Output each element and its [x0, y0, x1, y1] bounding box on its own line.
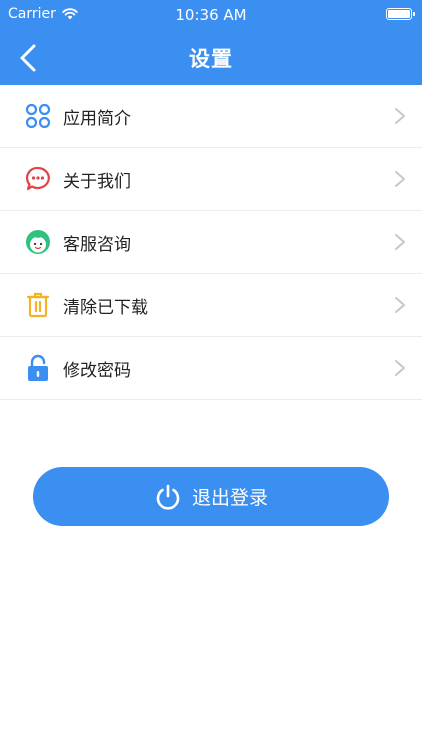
trash-icon	[24, 291, 52, 319]
status-time: 10:36 AM	[175, 6, 247, 24]
logout-label: 退出登录	[191, 487, 268, 509]
lock-icon	[24, 354, 52, 382]
menu-item-app-intro[interactable]: 应用简介	[0, 85, 422, 148]
settings-list: 应用简介 关于我们 客服咨询 清除已下载 修改密码	[0, 85, 422, 400]
menu-item-clear-downloads[interactable]: 清除已下载	[0, 274, 422, 337]
chevron-right-icon	[395, 108, 405, 124]
menu-item-label: 修改密码	[63, 360, 131, 381]
page-title: 设置	[189, 47, 233, 71]
menu-item-label: 客服咨询	[63, 234, 131, 255]
customer-service-icon	[24, 228, 52, 256]
menu-item-customer-service[interactable]: 客服咨询	[0, 211, 422, 274]
battery-icon	[386, 8, 415, 20]
menu-item-label: 关于我们	[63, 171, 131, 192]
app-grid-icon	[24, 102, 52, 130]
chat-bubble-icon	[24, 165, 52, 193]
header: Carrier 10:36 AM 设置	[0, 0, 422, 85]
chevron-right-icon	[395, 234, 405, 250]
menu-item-label: 应用简介	[63, 108, 131, 129]
nav-bar: 设置	[0, 30, 422, 85]
menu-item-change-password[interactable]: 修改密码	[0, 337, 422, 400]
power-icon	[156, 484, 180, 510]
chevron-right-icon	[395, 171, 405, 187]
menu-item-about-us[interactable]: 关于我们	[0, 148, 422, 211]
status-bar: Carrier 10:36 AM	[0, 0, 422, 30]
chevron-right-icon	[395, 360, 405, 376]
logout-button[interactable]: 退出登录	[33, 467, 389, 526]
menu-item-label: 清除已下载	[63, 297, 148, 318]
chevron-right-icon	[395, 297, 405, 313]
